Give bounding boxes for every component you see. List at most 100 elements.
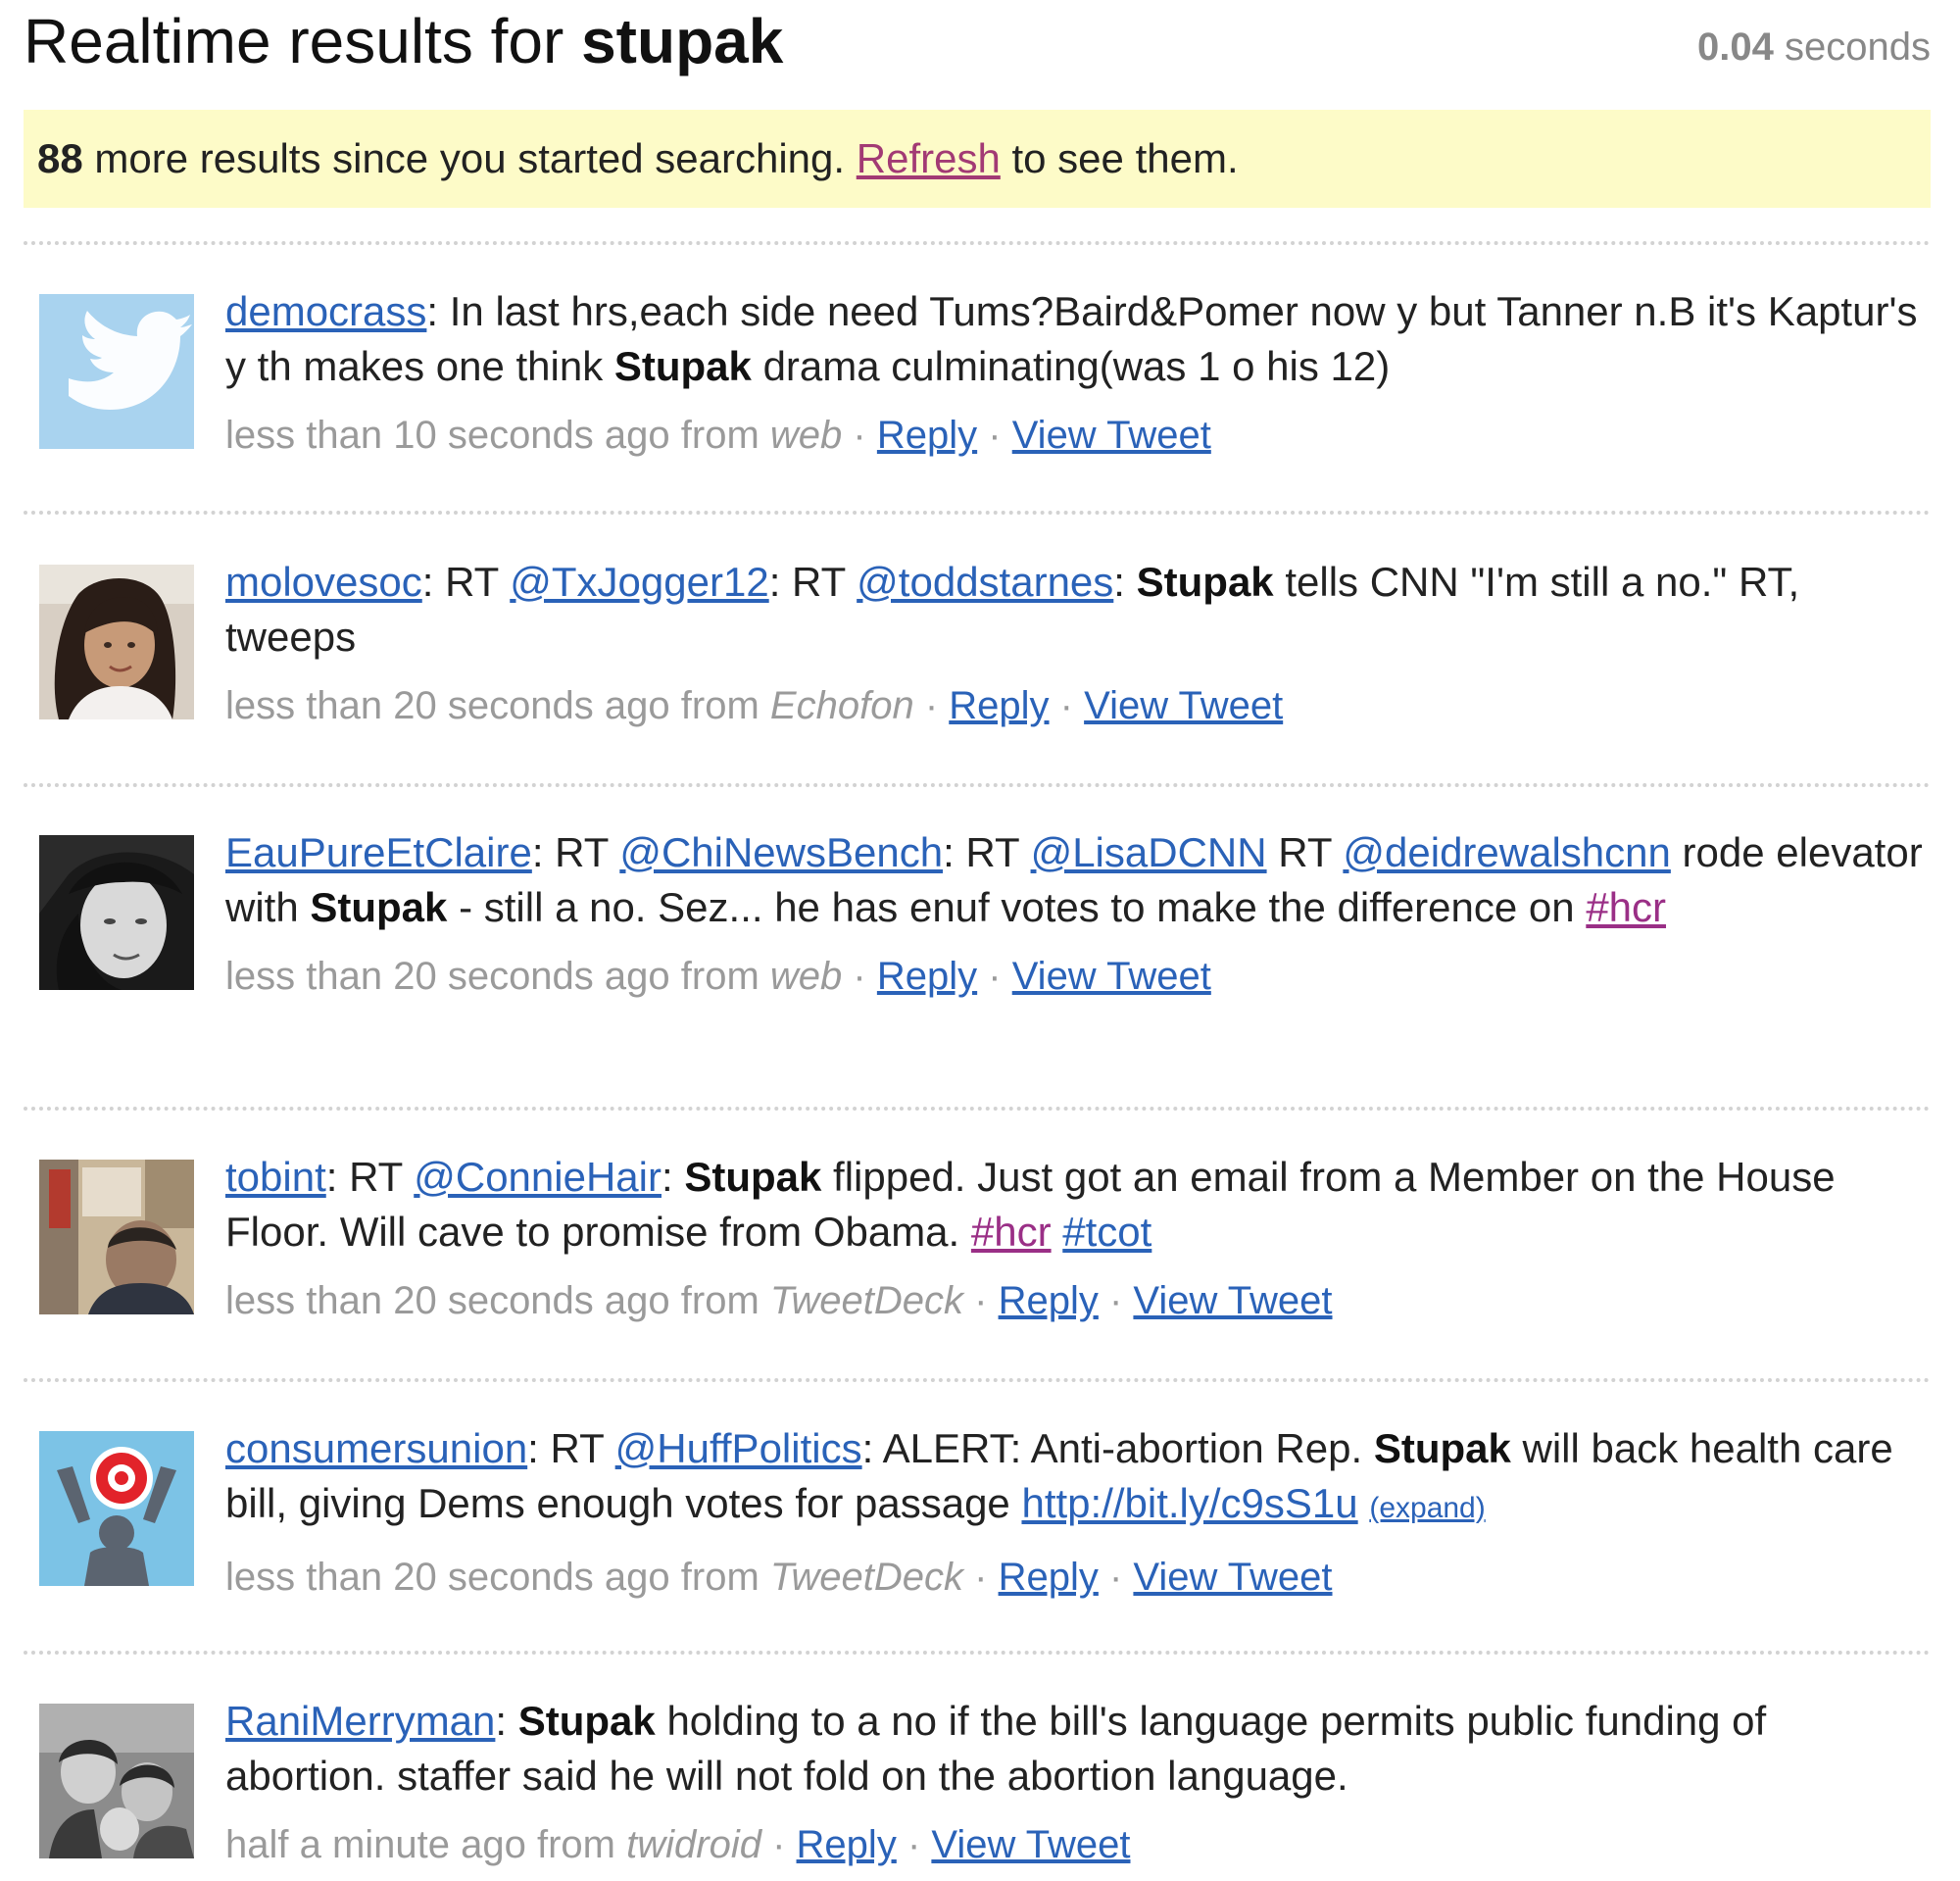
retweet-marker: RT: [550, 1425, 604, 1471]
retweet-marker: RT: [555, 829, 609, 875]
expand-link[interactable]: (expand): [1369, 1492, 1485, 1524]
mention-link[interactable]: @ChiNewsBench: [619, 829, 943, 875]
consumers-union-logo-icon[interactable]: [39, 1431, 194, 1586]
meta-separator: ·: [853, 414, 866, 457]
meta-separator: ·: [974, 1556, 988, 1599]
mention-link[interactable]: @LisaDCNN: [1031, 829, 1267, 875]
timing-value: 0.04: [1697, 25, 1774, 69]
tweet-text: molovesoc: RT @TxJogger12: RT @toddstarn…: [225, 559, 1800, 660]
meta-separator: ·: [1059, 684, 1073, 727]
view-tweet-link[interactable]: View Tweet: [1133, 1556, 1332, 1599]
from-label: from: [680, 414, 760, 457]
user-avatar[interactable]: [39, 1160, 194, 1314]
hashtag-link[interactable]: #tcot: [1062, 1209, 1152, 1255]
meta-separator: ·: [988, 955, 1002, 998]
tweet-source: Echofon: [769, 684, 914, 727]
url-link[interactable]: http://bit.ly/c9sS1u: [1021, 1480, 1357, 1526]
notice-text-before: more results since you started searching…: [94, 135, 846, 181]
tweet-meta: less than 10 seconds ago from web · Repl…: [225, 408, 1931, 463]
tweet-username[interactable]: tobint: [225, 1154, 326, 1200]
tweet-username[interactable]: consumersunion: [225, 1425, 527, 1471]
tweet-source: web: [769, 955, 843, 998]
tweet-content: EauPureEtClaire: RT @ChiNewsBench: RT @L…: [225, 825, 1931, 1004]
tweet-time: less than 20 seconds ago: [225, 684, 670, 727]
separator: [24, 1107, 1931, 1111]
tweet-source: twidroid: [626, 1823, 761, 1866]
view-tweet-link[interactable]: View Tweet: [1084, 684, 1283, 727]
tweet-time: less than 20 seconds ago: [225, 1279, 670, 1322]
mention-link[interactable]: @toddstarnes: [857, 559, 1113, 605]
tweet-content: RaniMerryman: Stupak holding to a no if …: [225, 1694, 1931, 1872]
tweet-source: TweetDeck: [769, 1556, 963, 1599]
tweet-meta: less than 20 seconds ago from TweetDeck …: [225, 1550, 1931, 1605]
hashtag-link[interactable]: #hcr: [1586, 884, 1666, 930]
tweet-text: consumersunion: RT @HuffPolitics: ALERT:…: [225, 1425, 1893, 1526]
keyword-highlight: Stupak: [310, 884, 448, 930]
tweet-text: EauPureEtClaire: RT @ChiNewsBench: RT @L…: [225, 829, 1923, 930]
view-tweet-link[interactable]: View Tweet: [1133, 1279, 1332, 1322]
reply-link[interactable]: Reply: [949, 684, 1049, 727]
tweet-source: TweetDeck: [769, 1279, 963, 1322]
meta-separator: ·: [853, 955, 866, 998]
tweet-meta: less than 20 seconds ago from Echofon · …: [225, 678, 1931, 733]
view-tweet-link[interactable]: View Tweet: [931, 1823, 1130, 1866]
retweet-marker: : RT: [943, 829, 1019, 875]
from-label: from: [680, 1556, 760, 1599]
tweet-source: web: [769, 414, 843, 457]
tweet-text: RaniMerryman: Stupak holding to a no if …: [225, 1698, 1767, 1799]
new-results-notice: 88 more results since you started search…: [24, 110, 1931, 208]
tweet-text: tobint: RT @ConnieHair: Stupak flipped. …: [225, 1154, 1836, 1255]
reply-link[interactable]: Reply: [999, 1556, 1099, 1599]
tweet-username[interactable]: molovesoc: [225, 559, 422, 605]
reply-link[interactable]: Reply: [877, 414, 977, 457]
reply-link[interactable]: Reply: [877, 955, 977, 998]
reply-link[interactable]: Reply: [999, 1279, 1099, 1322]
mention-link[interactable]: @TxJogger12: [510, 559, 768, 605]
tweet-content: democrass: In last hrs,each side need Tu…: [225, 284, 1931, 463]
separator: [24, 241, 1931, 245]
tweet-time: half a minute ago: [225, 1823, 526, 1866]
from-label: from: [537, 1823, 615, 1866]
tweet-meta: less than 20 seconds ago from TweetDeck …: [225, 1273, 1931, 1328]
retweet-marker: : RT: [768, 559, 846, 605]
tweet-text-part: drama culminating(was 1 o his 12): [762, 343, 1391, 389]
mention-link[interactable]: @ConnieHair: [414, 1154, 662, 1200]
meta-separator: ·: [1108, 1279, 1123, 1322]
search-query: stupak: [581, 6, 784, 76]
tweet-username[interactable]: EauPureEtClaire: [225, 829, 532, 875]
reply-link[interactable]: Reply: [797, 1823, 897, 1866]
hashtag-link[interactable]: #hcr: [971, 1209, 1052, 1255]
notice-text-after: to see them.: [1011, 135, 1239, 181]
keyword-highlight: Stupak: [684, 1154, 822, 1200]
keyword-highlight: Stupak: [613, 343, 752, 389]
user-avatar[interactable]: [39, 835, 194, 990]
tweet-text: democrass: In last hrs,each side need Tu…: [225, 288, 1918, 389]
tweet-text-part: : ALERT: Anti-abortion Rep.: [861, 1425, 1363, 1471]
tweet-meta: half a minute ago from twidroid · Reply …: [225, 1817, 1931, 1872]
tweet-content: tobint: RT @ConnieHair: Stupak flipped. …: [225, 1150, 1931, 1328]
mention-link[interactable]: @HuffPolitics: [615, 1425, 862, 1471]
separator: [24, 511, 1931, 515]
meta-separator: ·: [772, 1823, 786, 1866]
mention-link[interactable]: @deidrewalshcnn: [1343, 829, 1670, 875]
tweet-username[interactable]: RaniMerryman: [225, 1698, 495, 1744]
refresh-link[interactable]: Refresh: [857, 135, 1001, 181]
tweet-time: less than 20 seconds ago: [225, 955, 670, 998]
from-label: from: [680, 1279, 760, 1322]
tweet-time: less than 20 seconds ago: [225, 1556, 670, 1599]
meta-separator: ·: [988, 414, 1002, 457]
view-tweet-link[interactable]: View Tweet: [1012, 955, 1211, 998]
user-avatar[interactable]: [39, 1704, 194, 1858]
search-timing: 0.04 seconds: [1697, 25, 1931, 70]
tweet-content: molovesoc: RT @TxJogger12: RT @toddstarn…: [225, 555, 1931, 733]
results-header: Realtime results for stupak 0.04 seconds: [24, 0, 1931, 84]
meta-separator: ·: [1108, 1556, 1123, 1599]
tweet-username[interactable]: democrass: [225, 288, 426, 334]
retweet-marker: RT: [445, 559, 499, 605]
view-tweet-link[interactable]: View Tweet: [1012, 414, 1211, 457]
timing-unit: seconds: [1785, 25, 1931, 69]
keyword-highlight: Stupak: [1373, 1425, 1511, 1471]
user-avatar[interactable]: [39, 565, 194, 719]
twitter-bird-avatar-icon[interactable]: [39, 294, 194, 449]
tweet-text-part: - still a no. Sez... he has enuf votes t…: [459, 884, 1575, 930]
